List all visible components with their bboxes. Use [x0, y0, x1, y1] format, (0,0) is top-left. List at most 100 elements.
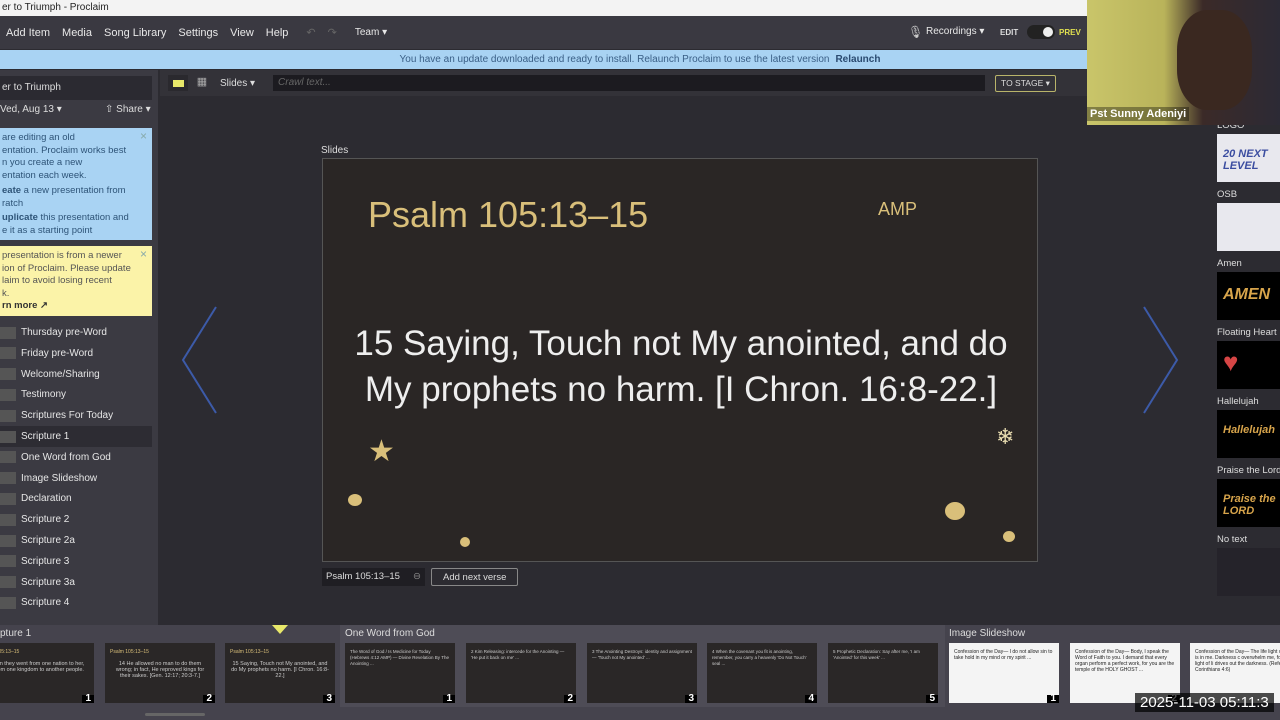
slide-number: 3 [685, 694, 697, 703]
notice-text: presentation is from a newer [2, 250, 122, 261]
slide-number: 4 [805, 694, 817, 703]
preview-label: PREV [1059, 28, 1081, 37]
sidebar-item[interactable]: Declaration [0, 488, 152, 509]
media-label: No text [1217, 534, 1248, 545]
media-thumbnail[interactable]: 20 NEXT LEVEL [1217, 134, 1280, 182]
slide-preview[interactable]: Psalm 105:13–15 AMP 15 Saying, Touch not… [322, 158, 1038, 562]
media-thumbnail[interactable]: AMEN [1217, 272, 1280, 320]
media-thumbnail[interactable] [1217, 203, 1280, 251]
undo-icon[interactable]: ↶ [300, 26, 321, 39]
item-thumbnail [0, 347, 16, 360]
sidebar-item-label: Image Slideshow [21, 472, 98, 484]
thumb-reference: lm 105:13–15 [0, 649, 20, 655]
item-thumbnail [0, 492, 16, 505]
snowflake-decoration-icon: ❄ [996, 424, 1015, 449]
slide-thumbnail[interactable]: The Word of God / Is Medicine for Today … [345, 643, 455, 703]
add-next-verse-button[interactable]: Add next verse [431, 568, 519, 586]
share-button[interactable]: ⇧ Share ▾ [105, 104, 151, 115]
current-slide-marker-icon [272, 625, 288, 634]
service-sidebar: er to Triumph Ved, Aug 13 ▾ ⇧ Share ▾ × … [0, 70, 158, 625]
media-thumbnail[interactable]: Praise the LORD [1217, 479, 1280, 527]
menu-help[interactable]: Help [260, 27, 295, 39]
sidebar-item[interactable]: Welcome/Sharing [0, 364, 152, 385]
grid-view-icon[interactable]: ▦ [192, 75, 212, 91]
slide-version: AMP [878, 199, 918, 219]
media-thumbnail[interactable]: ♥ [1217, 341, 1280, 389]
scripture-reference-chip[interactable]: Psalm 105:13–15 ⊖ [322, 568, 425, 586]
remove-icon[interactable]: ⊖ [413, 571, 421, 582]
item-thumbnail [0, 451, 16, 464]
item-thumbnail [0, 472, 16, 485]
sidebar-item[interactable]: Friday pre-Word [0, 343, 152, 364]
slide-thumbnail[interactable]: Confession of the Day— I do not allow si… [949, 643, 1059, 703]
sidebar-item[interactable]: Image Slideshow [0, 468, 152, 489]
close-icon[interactable]: × [140, 130, 147, 143]
group-label: pture 1 [0, 628, 32, 639]
create-option[interactable]: eate a new presentation from [2, 185, 138, 198]
thumb-reference: Psalm 105:13–15 [230, 649, 269, 655]
notice-text: entation. Proclaim works best [2, 144, 127, 156]
recordings-dropdown[interactable]: Recordings ▾ [920, 26, 990, 37]
menu-settings[interactable]: Settings [172, 27, 224, 39]
recording-timestamp: 2025-11-03 05:11:3 [1135, 693, 1274, 712]
media-label: Amen [1217, 258, 1242, 269]
filmstrip-scrollbar[interactable] [145, 713, 205, 716]
media-label: Floating Heart [1217, 327, 1277, 338]
item-thumbnail [0, 555, 16, 568]
crawl-text-input[interactable]: Crawl text... [273, 75, 986, 91]
sidebar-item[interactable]: Scripture 3 [0, 551, 152, 572]
slide-number: 2 [564, 694, 576, 703]
slide-thumbnail[interactable]: Psalm 105:13–15 15 Saying, Touch not My a… [225, 643, 335, 703]
sidebar-item-label: Welcome/Sharing [21, 368, 100, 380]
menu-add-item[interactable]: Add Item [0, 27, 56, 39]
menu-song-library[interactable]: Song Library [98, 27, 172, 39]
sidebar-item[interactable]: Scripture 1 [0, 426, 152, 447]
media-label: Hallelujah [1217, 396, 1259, 407]
sidebar-item[interactable]: Thursday pre-Word [0, 322, 152, 343]
thumb-text: hen they went from one nation to her, fr… [0, 661, 85, 673]
edit-label: EDIT [1000, 28, 1019, 37]
item-thumbnail [0, 576, 16, 589]
previous-slide-arrow[interactable] [180, 305, 220, 415]
item-thumbnail [0, 534, 16, 547]
sidebar-item[interactable]: Scripture 3a [0, 572, 152, 593]
edit-preview-toggle[interactable] [1027, 25, 1055, 39]
menu-media[interactable]: Media [56, 27, 98, 39]
redo-icon[interactable]: ↷ [322, 26, 343, 39]
slide-thumbnail[interactable]: 4 When the covenant you fit is anointing… [707, 643, 817, 703]
slide-thumbnail[interactable]: 2 Kim Releasing: intercede for the Anoin… [466, 643, 576, 703]
media-thumbnail[interactable] [1217, 548, 1280, 596]
sidebar-item[interactable]: One Word from God [0, 447, 152, 468]
media-thumbnail[interactable]: Hallelujah [1217, 410, 1280, 458]
slide-thumbnail[interactable]: Psalm 105:13–15 14 He allowed no man to d… [105, 643, 215, 703]
team-dropdown[interactable]: Team ▾ [349, 27, 393, 38]
sidebar-item[interactable]: Scripture 2 [0, 509, 152, 530]
sidebar-item-label: Testimony [21, 389, 67, 401]
date-dropdown[interactable]: Ved, Aug 13 ▾ [0, 104, 62, 115]
notice-text: n you create a new [2, 157, 83, 168]
slide-number: 1 [1047, 694, 1059, 703]
slides-dropdown[interactable]: Slides ▾ [220, 78, 255, 89]
slide-thumbnail[interactable]: 3 The Anointing Destroys: identity and a… [587, 643, 697, 703]
slide-thumbnail[interactable]: lm 105:13–15 hen they went from one natio… [0, 643, 94, 703]
sidebar-item[interactable]: Scriptures For Today [0, 405, 152, 426]
notice-text: are editing an old [2, 132, 75, 143]
sidebar-item[interactable]: Testimony [0, 384, 152, 405]
learn-more-link[interactable]: rn more ↗ [2, 300, 138, 313]
sidebar-item-label: Scripture 3 [21, 555, 70, 567]
slide-number: 1 [443, 694, 455, 703]
share-icon: ⇧ [105, 104, 117, 115]
next-slide-arrow[interactable] [1140, 305, 1180, 415]
menu-view[interactable]: View [224, 27, 260, 39]
sidebar-item[interactable]: Scripture 2a [0, 530, 152, 551]
presentation-title[interactable]: er to Triumph [0, 76, 152, 100]
duplicate-option[interactable]: uplicate this presentation and [2, 212, 138, 225]
to-stage-dropdown[interactable]: TO STAGE ▾ [995, 74, 1056, 92]
group-label: One Word from God [345, 628, 435, 639]
relaunch-link[interactable]: Relaunch [835, 54, 880, 65]
slide-thumbnail[interactable]: 5 Prophetic Declaration: Say after me, '… [828, 643, 938, 703]
sidebar-item[interactable]: Scripture 4 [0, 592, 152, 613]
single-view-button[interactable] [168, 75, 188, 91]
close-icon[interactable]: × [140, 248, 147, 261]
thumb-text: The Word of God / Is Medicine for Today … [350, 649, 449, 666]
